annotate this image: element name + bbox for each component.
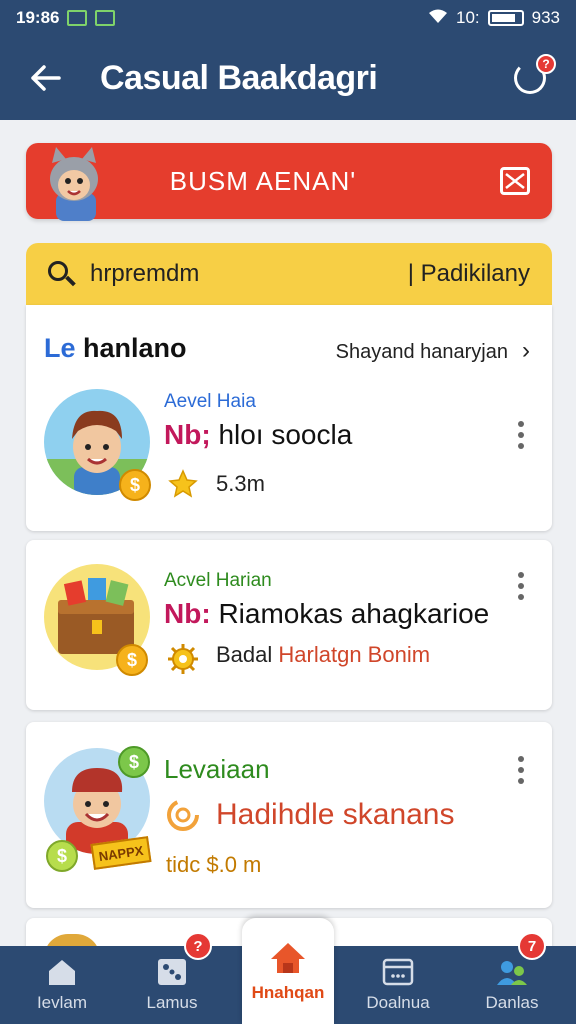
more-options-icon[interactable] (518, 572, 526, 605)
signal-text: 10: (455, 8, 480, 27)
mail-icon[interactable] (500, 167, 530, 195)
section-title-text: hanlano (83, 333, 187, 363)
wallet-icon (382, 958, 414, 986)
list-card[interactable]: $ $ NAPPX Levaiaan Hadihdle skanans tidc… (26, 722, 552, 908)
refresh-badge: ? (536, 54, 556, 74)
nav-label: Doalnua (366, 993, 430, 1012)
app-bar: Casual Baakdagri ? (0, 36, 576, 120)
coin-icon: $ (116, 644, 148, 676)
page-title: Casual Baakdagri (100, 58, 378, 97)
item-meta: 5.3m (216, 471, 265, 496)
nav-item-active[interactable]: Hnahqan (242, 918, 334, 1024)
dice-icon (158, 959, 186, 985)
item-number: Nb; (164, 419, 211, 450)
more-options-icon[interactable] (518, 421, 526, 454)
item-title: Nb; hloı soocla (164, 419, 352, 451)
nav-item-wallet[interactable]: Doalnua (346, 946, 450, 1024)
back-button[interactable] (16, 48, 76, 108)
item-tag: Aevel Haia (164, 391, 256, 412)
nav-label: Lamus (146, 993, 198, 1012)
nav-badge: ? (184, 932, 212, 960)
nav-label: Hnahqan (251, 983, 325, 1002)
nav-item-games[interactable]: Lamus ? (120, 932, 224, 1024)
section-title: Le hanlano (44, 333, 187, 364)
notification-icon (67, 10, 88, 26)
item-meta: tidc $.0 m (166, 852, 262, 877)
item-meta-b: Harlatgn Bonim (278, 642, 431, 667)
more-options-icon[interactable] (518, 756, 526, 789)
search-filter-label: Padikilany (420, 260, 530, 287)
chevron-right-icon: › (522, 337, 530, 364)
status-time: 19:86 (16, 8, 60, 27)
coin-icon: $ (118, 746, 150, 778)
item-tag: Acvel Harian (164, 570, 272, 591)
star-icon (168, 469, 198, 499)
see-all-link[interactable]: Shayand hanaryjan › (336, 337, 530, 365)
mascot-icon (50, 147, 98, 221)
search-icon[interactable] (46, 259, 76, 289)
search-bar: hrpremdm | Padikilany (26, 243, 552, 305)
section-title-prefix: Le (44, 333, 76, 363)
item-tag: Levaiaan (164, 754, 270, 784)
item-meta: Badal Harlatgn Bonim (216, 642, 430, 668)
nav-badge: 7 (518, 932, 546, 960)
item-name: Hadihdle skanans (216, 798, 455, 831)
price-ribbon-text: NAPPX (97, 842, 145, 864)
people-icon (497, 961, 527, 985)
refresh-button[interactable]: ? (510, 54, 556, 98)
arrow-left-icon (31, 65, 61, 91)
battery-text: 933 (531, 8, 560, 27)
item-name: hloı soocla (218, 419, 353, 450)
wifi-icon (428, 8, 448, 29)
battery-icon (487, 10, 524, 26)
item-number: Nb: (164, 598, 211, 629)
search-filter[interactable]: | Padikilany (408, 260, 530, 288)
check-icon (95, 10, 116, 26)
nav-item-home[interactable]: Ievlam (10, 946, 114, 1024)
nav-label: Ievlam (36, 993, 88, 1012)
promo-banner[interactable]: BUSM AENAN' (26, 143, 552, 221)
house-icon (271, 943, 305, 973)
home-icon (49, 960, 75, 985)
nav-item-profile[interactable]: Danlas 7 (460, 932, 564, 1024)
search-input[interactable]: hrpremdm (90, 260, 199, 288)
list-card[interactable]: $ Acvel Harian Nb: Riamokas ahagkarioe B… (26, 540, 552, 710)
item-meta-a: Badal (216, 642, 273, 667)
list-card[interactable]: Le hanlano Shayand hanaryjan › $ Aevel Ha… (26, 305, 552, 531)
coin-icon: $ (46, 840, 78, 872)
item-title: Nb: Riamokas ahagkarioe (164, 598, 489, 630)
status-bar: 19:86 10: 933 (0, 0, 576, 36)
item-name: Riamokas ahagkarioe (218, 598, 490, 629)
coin-icon: $ (119, 469, 151, 501)
gear-icon (166, 642, 200, 676)
nav-label: Danlas (485, 993, 539, 1012)
swirl-icon (166, 798, 200, 832)
see-all-label: Shayand hanaryjan (335, 341, 508, 363)
bottom-nav: Ievlam Lamus ? Hnahqan Doalnua Danlas 7 (0, 918, 576, 1024)
